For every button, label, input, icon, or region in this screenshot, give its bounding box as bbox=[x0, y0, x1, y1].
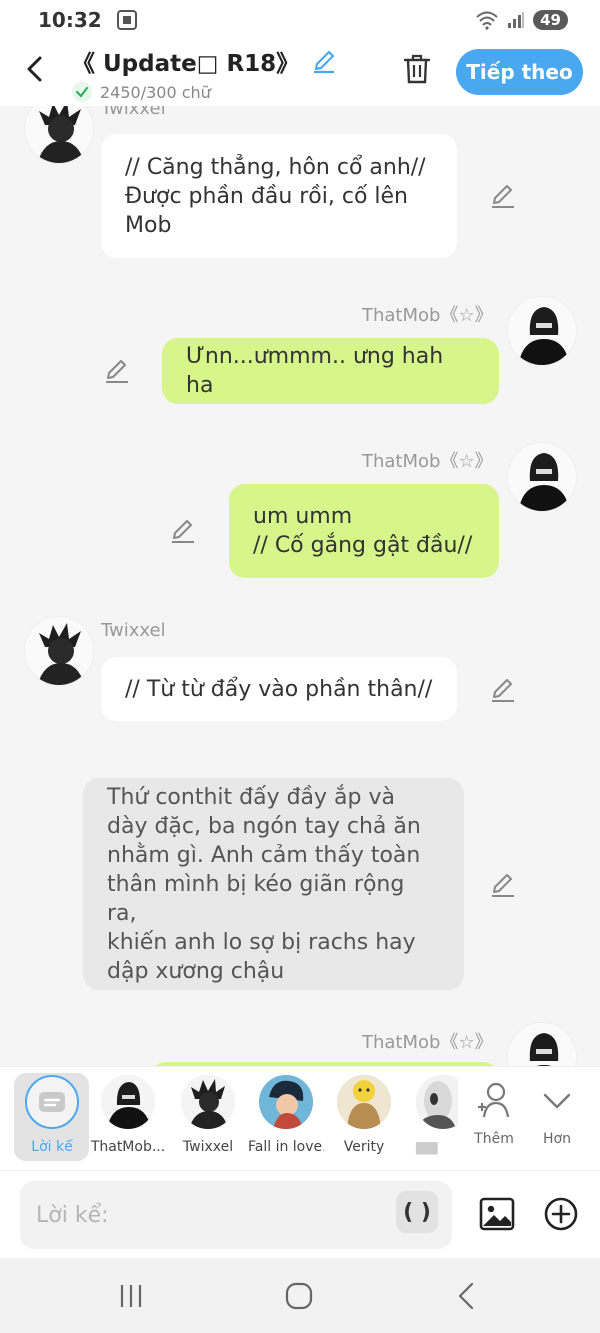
character-label: Twixxel bbox=[182, 1139, 234, 1155]
narration-bubble[interactable]: Thứ conthit đấy đầy ắp và dày đặc, ba ng… bbox=[83, 778, 464, 990]
add-circle-icon[interactable] bbox=[543, 1196, 579, 1232]
system-nav-bar bbox=[0, 1258, 600, 1333]
chevron-down-icon bbox=[543, 1093, 571, 1109]
character-label: ThatMob... bbox=[90, 1139, 166, 1155]
sender-name: Twixxel bbox=[101, 620, 166, 641]
character-verity[interactable]: Verity bbox=[326, 1075, 402, 1155]
screenshot-icon bbox=[116, 10, 137, 30]
sender-name: ThatMob《☆》 bbox=[362, 451, 493, 472]
clock: 10:32 bbox=[38, 8, 102, 32]
signal-icon bbox=[508, 12, 525, 28]
recent-apps-icon[interactable] bbox=[116, 1281, 146, 1311]
word-count: 2450/300 chữ bbox=[100, 82, 211, 102]
edit-message-icon[interactable] bbox=[104, 358, 130, 384]
character-extra[interactable]: ▆▆ bbox=[396, 1075, 458, 1155]
narration-input[interactable]: Lời kể: bbox=[20, 1181, 452, 1249]
status-bar: 10:32 49 bbox=[0, 0, 600, 40]
avatar-twixxel[interactable] bbox=[24, 616, 94, 686]
character-label: Fall in love... bbox=[248, 1139, 324, 1155]
story-title: 《 Update□ R18》 bbox=[72, 51, 300, 77]
edit-message-icon[interactable] bbox=[490, 677, 516, 703]
character-twixxel[interactable]: Twixxel bbox=[170, 1075, 246, 1155]
action-parentheses-button[interactable]: ( ) bbox=[396, 1191, 438, 1233]
edit-message-icon[interactable] bbox=[490, 872, 516, 898]
edit-message-icon[interactable] bbox=[170, 518, 196, 544]
avatar-thatmob[interactable] bbox=[507, 442, 577, 512]
character-label: Lời kể bbox=[31, 1139, 73, 1155]
message-bubble[interactable]: // Căng thẳng, hôn cổ anh// Được phần đầ… bbox=[101, 134, 457, 258]
sender-name: Twixxel bbox=[101, 106, 166, 119]
avatar-thatmob[interactable] bbox=[507, 1022, 577, 1066]
expand-label: Hơn bbox=[543, 1131, 571, 1147]
sender-name: ThatMob《☆》 bbox=[362, 1032, 493, 1053]
add-character-button[interactable]: Thêm bbox=[462, 1075, 526, 1147]
back-arrow-icon[interactable] bbox=[20, 54, 50, 84]
avatar-thatmob[interactable] bbox=[507, 296, 577, 366]
chat-area[interactable]: Twixxel // Căng thẳng, hôn cổ anh// Được… bbox=[0, 106, 600, 1066]
editor-header: 《 Update□ R18》 2450/300 chữ Tiếp theo bbox=[0, 40, 600, 106]
add-person-icon bbox=[478, 1082, 510, 1118]
character-label: Verity bbox=[343, 1139, 385, 1155]
character-bar: Lời kể ThatMob... Twixxel Fall in love..… bbox=[0, 1066, 600, 1170]
trash-icon[interactable] bbox=[400, 52, 434, 86]
next-button[interactable]: Tiếp theo bbox=[456, 49, 583, 95]
composer: Lời kể: ( ) bbox=[0, 1170, 600, 1258]
sender-name: ThatMob《☆》 bbox=[362, 305, 493, 326]
avatar-twixxel[interactable] bbox=[24, 106, 94, 164]
message-bubble[interactable]: um umm // Cố gắng gật đầu// bbox=[229, 484, 499, 578]
narration-icon bbox=[39, 1092, 65, 1112]
check-icon bbox=[72, 82, 92, 102]
edit-title-icon[interactable] bbox=[311, 48, 337, 74]
edit-message-icon[interactable] bbox=[490, 183, 516, 209]
nav-back-icon[interactable] bbox=[452, 1281, 482, 1311]
image-icon[interactable] bbox=[478, 1195, 516, 1233]
wifi-icon bbox=[476, 11, 498, 30]
message-bubble[interactable]: // Từ từ đẩy vào phần thân// bbox=[101, 657, 457, 721]
battery-indicator: 49 bbox=[533, 10, 568, 30]
character-narrator[interactable]: Lời kể bbox=[14, 1075, 90, 1155]
character-fall-in-love[interactable]: Fall in love... bbox=[248, 1075, 324, 1155]
message-bubble[interactable]: Ưnn...ưmmm.. ưng hah ha bbox=[162, 338, 499, 404]
expand-button[interactable]: Hơn bbox=[526, 1075, 588, 1147]
title-block: 《 Update□ R18》 2450/300 chữ bbox=[72, 44, 337, 102]
home-icon[interactable] bbox=[284, 1281, 314, 1311]
character-thatmob[interactable]: ThatMob... bbox=[90, 1075, 166, 1155]
character-label: ▆▆ bbox=[416, 1139, 438, 1155]
add-character-label: Thêm bbox=[474, 1131, 514, 1147]
